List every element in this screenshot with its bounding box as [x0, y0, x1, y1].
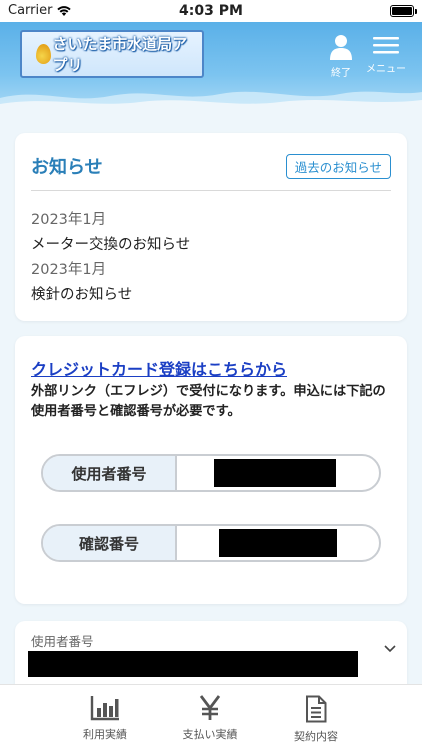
- battery-icon: [390, 5, 417, 17]
- clock: 4:03 PM: [179, 3, 243, 19]
- user-number-value: [177, 456, 379, 490]
- app-logo: さいたま市水道局アプリ: [20, 30, 204, 78]
- end-label: 終了: [331, 68, 351, 79]
- tab-contract[interactable]: 契約内容: [276, 695, 356, 744]
- status-bar: Carrier 4:03 PM: [0, 0, 422, 22]
- redacted-value: [214, 459, 336, 487]
- redacted-value: [28, 651, 358, 677]
- tab-label: 契約内容: [294, 730, 338, 743]
- menu-button[interactable]: メニュー: [364, 34, 408, 75]
- user-number-label: 使用者番号: [43, 456, 177, 490]
- bar-chart-icon: [90, 696, 119, 721]
- menu-label: メニュー: [366, 64, 406, 75]
- news-item[interactable]: 2023年1月 検針のお知らせ: [31, 258, 132, 304]
- news-item-title: 検針のお知らせ: [31, 287, 133, 303]
- document-icon: [306, 695, 327, 723]
- news-item-title: メーター交換のお知らせ: [31, 237, 191, 253]
- app-header: さいたま市水道局アプリ 終了 メニュー: [0, 22, 422, 110]
- tab-usage[interactable]: 利用実績: [65, 695, 145, 742]
- yen-icon: [199, 695, 221, 720]
- confirm-number-label: 確認番号: [43, 526, 177, 560]
- water-drop-icon: [36, 44, 51, 64]
- past-news-button[interactable]: 過去のお知らせ: [285, 154, 391, 179]
- confirm-number-value: [177, 526, 379, 560]
- person-icon: [330, 35, 352, 60]
- news-date: 2023年1月: [31, 212, 107, 228]
- redacted-value: [219, 529, 337, 557]
- credit-description: 外部リンク（エフレジ）で受付になります。申込には下記の使用者番号と確認番号が必要…: [31, 384, 386, 419]
- news-date: 2023年1月: [31, 262, 107, 278]
- tab-label: 利用実績: [83, 728, 127, 741]
- user-select-label: 使用者番号: [31, 634, 94, 649]
- hamburger-icon: [373, 37, 399, 54]
- news-title: お知らせ: [31, 157, 103, 178]
- confirm-number-field: 確認番号: [41, 524, 381, 562]
- header-wave: [0, 91, 422, 110]
- user-number-field: 使用者番号: [41, 454, 381, 492]
- tab-label: 支払い実績: [182, 728, 238, 741]
- divider: [31, 190, 391, 191]
- end-button[interactable]: 終了: [326, 34, 356, 79]
- credit-registration-card: クレジットカード登録はこちらから 外部リンク（エフレジ）で受付になります。申込に…: [15, 336, 407, 604]
- chevron-down-icon: [384, 645, 396, 653]
- logo-text: さいたま市水道局アプリ: [52, 35, 188, 74]
- news-card: お知らせ 過去のお知らせ 2023年1月 メーター交換のお知らせ 2023年1月…: [15, 133, 407, 321]
- tab-bar: 利用実績 支払い実績 契約内容: [0, 684, 422, 750]
- tab-payments[interactable]: 支払い実績: [170, 695, 250, 742]
- credit-card-link[interactable]: クレジットカード登録はこちらから: [31, 356, 287, 380]
- news-item[interactable]: 2023年1月 メーター交換のお知らせ: [31, 208, 190, 254]
